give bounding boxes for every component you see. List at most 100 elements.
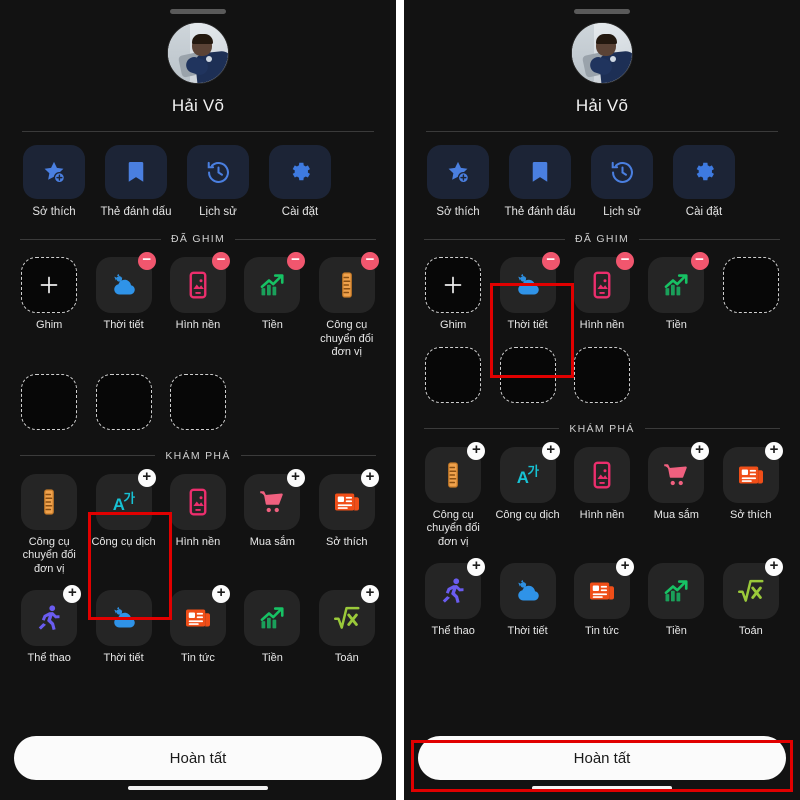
discover-widget-label: Sở thích (326, 535, 368, 548)
pinned-widget-label: Hình nền (579, 319, 625, 331)
add-widget-badge-icon[interactable]: + (360, 468, 379, 487)
remove-widget-badge-icon[interactable]: − (212, 252, 231, 270)
section-title: ĐÃ GHIM (574, 233, 630, 245)
empty-widget-slot[interactable] (722, 257, 779, 313)
discover-widget-tile[interactable] (244, 590, 301, 646)
remove-widget-badge-icon[interactable]: − (137, 252, 156, 270)
quick-action-so-thich[interactable]: Sở thích (18, 145, 90, 219)
page-title: Hải Võ (171, 96, 225, 115)
discover-widget-label: Tin tức (181, 652, 215, 664)
add-widget-badge-icon[interactable]: + (286, 468, 305, 487)
add-widget-badge-icon[interactable]: + (690, 441, 709, 460)
right-phone-panel: Hải Võ Sở thích Thẻ đánh dấu Lịch sử Cài… (404, 0, 800, 800)
pinned-widget-cell: Ghim (416, 257, 490, 333)
home-indicator (532, 786, 672, 790)
section-title: KHÁM PHÁ (165, 449, 231, 462)
star-plus-icon (427, 145, 489, 199)
empty-widget-slot[interactable] (499, 346, 556, 403)
pinned-widget-cell: − Công cụ chuyển đổi đơn vị (310, 252, 384, 360)
section-title: KHÁM PHÁ (569, 422, 635, 435)
add-widget-badge-icon[interactable]: + (616, 558, 635, 576)
svg-text:가: 가 (123, 490, 135, 505)
pinned-widget-cell (714, 257, 788, 333)
discover-widget-cell: + Công cụ chuyển đổi đơn vị (416, 441, 490, 550)
quick-action-the-danh-dau[interactable]: Thẻ đánh dấu (100, 145, 172, 219)
discover-widget-label: Công cụ dịch (91, 535, 156, 548)
gear-icon (673, 145, 735, 199)
discover-widget-label: Toán (334, 652, 359, 664)
quick-action-label: Sở thích (436, 206, 480, 218)
discover-widget-cell: Công cụ chuyển đổi đơn vị (12, 473, 86, 577)
pinned-widget-label: Công cụ chuyển đổi đơn vị (320, 319, 374, 358)
discover-widget-cell: A 가 + Công cụ dịch (490, 441, 564, 550)
pinned-widget-tile[interactable] (425, 257, 482, 313)
add-widget-badge-icon[interactable]: + (63, 585, 82, 603)
empty-widget-slot[interactable] (425, 346, 482, 403)
discover-widget-tile[interactable] (573, 446, 630, 503)
add-widget-badge-icon[interactable]: + (764, 558, 783, 576)
remove-widget-badge-icon[interactable]: − (541, 252, 560, 270)
avatar[interactable] (571, 22, 633, 84)
discover-widget-tile[interactable] (499, 563, 556, 619)
add-widget-badge-icon[interactable]: + (467, 441, 486, 460)
remove-widget-badge-icon[interactable]: − (286, 252, 305, 270)
page-title: Hải Võ (575, 96, 629, 115)
empty-widget-slot[interactable] (95, 373, 152, 430)
pinned-widget-tile[interactable] (21, 257, 78, 313)
pinned-widget-label: Ghim (36, 319, 63, 331)
quick-action-cai-dat[interactable]: Cài đặt (264, 145, 336, 219)
quick-action-lich-su[interactable]: Lịch sử (586, 145, 658, 219)
quick-action-label: Cài đặt (281, 206, 319, 218)
section-title: ĐÃ GHIM (170, 233, 226, 245)
discover-widget-cell: Tiền (639, 563, 713, 639)
pinned-widget-cell (86, 373, 160, 430)
quick-action-lich-su[interactable]: Lịch sử (182, 145, 254, 219)
discover-widget-cell: + Sở thích (310, 468, 384, 577)
pinned-widget-cell: − Thời tiết (490, 252, 564, 333)
quick-action-cai-dat[interactable]: Cài đặt (668, 145, 740, 219)
add-widget-badge-icon[interactable]: + (467, 558, 486, 576)
add-widget-badge-icon[interactable]: + (212, 585, 231, 603)
bottom-bar: Hoàn tất (0, 736, 396, 790)
add-widget-badge-icon[interactable]: + (360, 585, 379, 603)
remove-widget-badge-icon[interactable]: − (616, 252, 635, 270)
svg-text:가: 가 (527, 463, 539, 478)
avatar[interactable] (167, 22, 229, 84)
done-button[interactable]: Hoàn tất (14, 736, 382, 780)
bookmark-icon (105, 145, 167, 199)
empty-widget-slot[interactable] (21, 373, 78, 430)
discover-widget-label: Mua sắm (249, 535, 295, 548)
discover-widget-tile[interactable] (648, 563, 705, 619)
discover-widget-label: Công cụ chuyển đổi đơn vị (22, 535, 76, 575)
discover-widget-cell: + Tin tức (565, 558, 639, 639)
quick-action-label: Lịch sử (603, 206, 641, 218)
discover-widget-tile[interactable] (95, 590, 152, 646)
add-widget-badge-icon[interactable]: + (764, 441, 783, 460)
quick-action-so-thich[interactable]: Sở thích (422, 145, 494, 219)
empty-widget-slot[interactable] (169, 373, 226, 430)
gear-icon (269, 145, 331, 199)
discover-grid-row2: + Thể thao Thời tiết + Tin tức Tiền + Toán (404, 558, 800, 639)
pinned-widget-label: Ghim (440, 319, 467, 331)
discover-widget-label: Thời tiết (103, 652, 144, 664)
pinned-widget-label: Tiền (261, 319, 283, 331)
pinned-widget-cell: − Tiền (235, 252, 309, 360)
remove-widget-badge-icon[interactable]: − (690, 252, 709, 270)
empty-widget-slot[interactable] (573, 346, 630, 403)
add-widget-badge-icon[interactable]: + (541, 441, 560, 460)
discover-widget-tile[interactable] (21, 473, 78, 530)
discover-widget-tile[interactable] (169, 473, 226, 530)
pinned-widget-cell (490, 346, 564, 403)
add-widget-badge-icon[interactable]: + (137, 468, 156, 487)
quick-action-the-danh-dau[interactable]: Thẻ đánh dấu (504, 145, 576, 219)
history-clock-icon (591, 145, 653, 199)
discover-widget-label: Tin tức (585, 625, 619, 637)
pinned-widget-cell (12, 373, 86, 430)
discover-widget-label: Công cụ dịch (495, 508, 560, 521)
remove-widget-badge-icon[interactable]: − (360, 252, 379, 270)
done-button[interactable]: Hoàn tất (418, 736, 786, 780)
pinned-grid-row1: Ghim − Thời tiết − Hình nền − Tiền (404, 252, 800, 333)
home-indicator (128, 786, 268, 790)
discover-widget-label: Tiền (261, 652, 283, 664)
quick-action-label: Thẻ đánh dấu (504, 206, 576, 218)
